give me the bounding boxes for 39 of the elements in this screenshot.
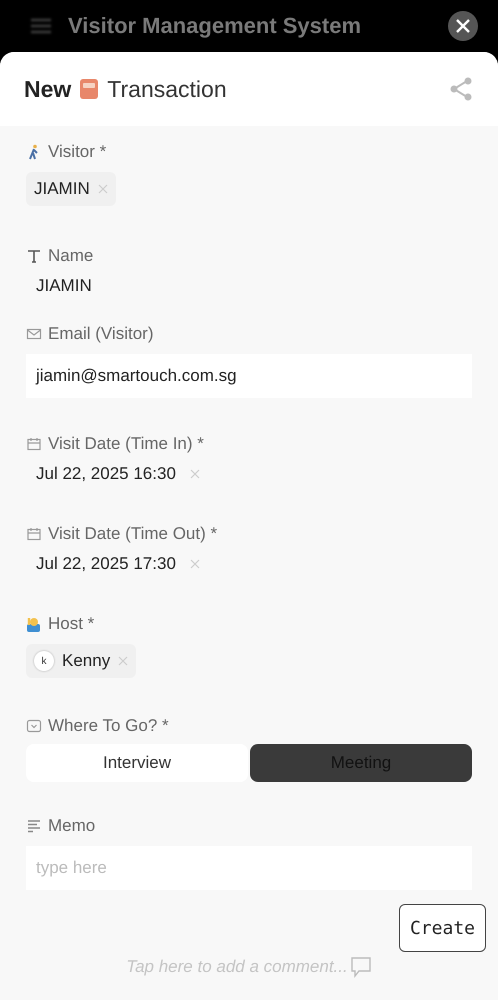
field-label: Visit Date (Time In) * <box>48 434 204 454</box>
field-label: Host * <box>48 614 94 634</box>
field-label: Where To Go? * <box>48 716 169 736</box>
clear-icon[interactable] <box>190 559 200 569</box>
text-lines-icon <box>26 818 42 834</box>
dropdown-icon <box>26 718 42 734</box>
title-prefix: New <box>24 76 72 102</box>
raising-hand-person-icon <box>26 616 42 632</box>
sheet-title: Transaction <box>107 76 228 102</box>
mail-icon <box>26 326 42 342</box>
close-icon <box>456 19 470 33</box>
date-value[interactable]: Jul 22, 2025 17:30 <box>36 554 176 574</box>
field-label: Name <box>48 246 94 266</box>
email-field[interactable]: jiamin@smartouch.com.sg <box>26 354 472 398</box>
field-label: Visitor * <box>48 142 106 162</box>
comment-icon[interactable] <box>350 956 372 978</box>
clear-icon[interactable] <box>98 184 108 194</box>
clear-icon[interactable] <box>118 656 128 666</box>
book-icon <box>79 78 100 100</box>
avatar: k <box>34 651 54 671</box>
field-value: JIAMIN <box>36 276 92 295</box>
text-type-icon <box>26 248 42 264</box>
date-value[interactable]: Jul 22, 2025 16:30 <box>36 464 176 484</box>
field-label: Memo <box>48 816 96 836</box>
clear-icon[interactable] <box>190 469 200 479</box>
menu-icon[interactable] <box>30 17 52 35</box>
create-button[interactable]: Create <box>398 904 486 952</box>
chip-label: Kenny <box>62 651 110 671</box>
visitor-chip[interactable]: JIAMIN <box>26 172 116 206</box>
field-label: Email (Visitor) <box>48 324 154 344</box>
calendar-icon <box>26 526 42 542</box>
host-chip[interactable]: k Kenny <box>26 644 136 678</box>
calendar-icon <box>26 436 42 452</box>
option-button[interactable]: Interview <box>26 744 248 782</box>
app-title: Visitor Management System <box>68 13 362 39</box>
share-icon[interactable] <box>448 76 474 102</box>
close-button[interactable] <box>448 11 478 41</box>
chip-label: JIAMIN <box>34 179 90 199</box>
field-label: Visit Date (Time Out) * <box>48 524 218 544</box>
